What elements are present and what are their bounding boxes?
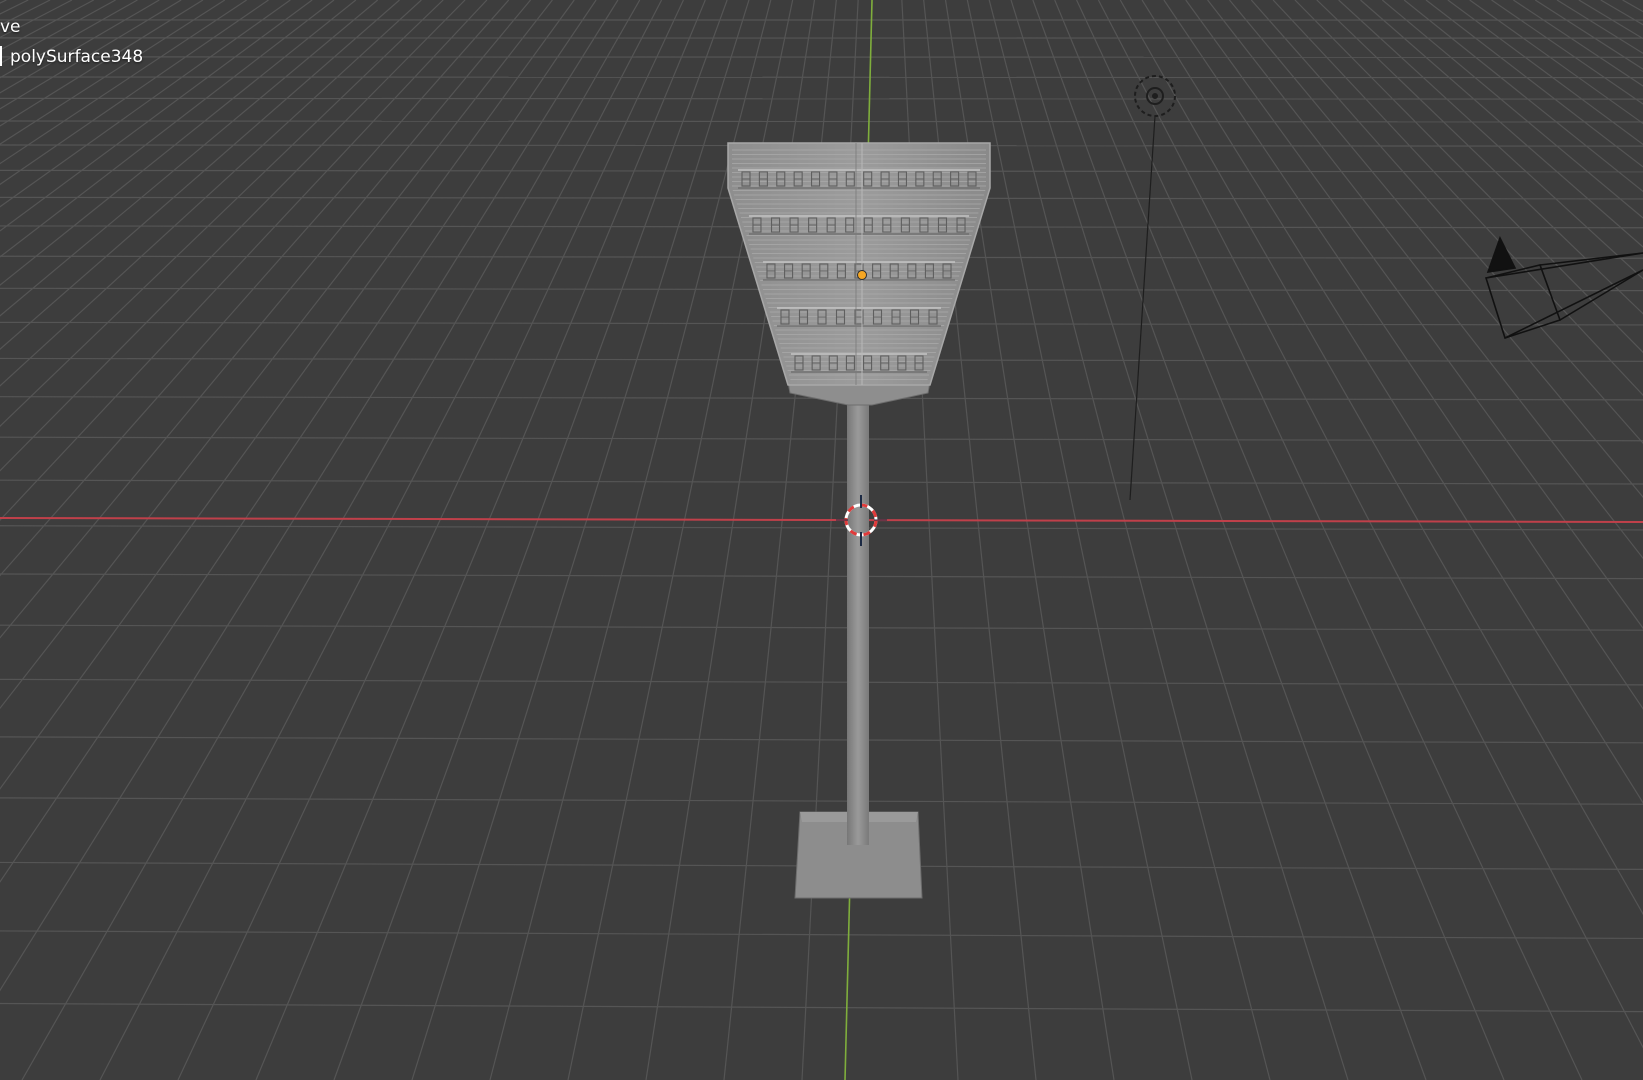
grid-line <box>1556 0 1643 55</box>
grid-line <box>0 678 1643 686</box>
grid-line <box>0 0 29 15</box>
grid-line <box>1425 0 1643 168</box>
separator-bar <box>0 46 2 66</box>
grid-line <box>255 0 706 1080</box>
grid-line <box>1250 0 1643 445</box>
grid-line <box>0 0 313 232</box>
grid-line <box>0 0 95 51</box>
grid-line <box>0 0 269 186</box>
grid-line <box>0 0 138 79</box>
grid-line <box>966 0 1193 1080</box>
grid-line <box>1469 0 1643 125</box>
grid-line <box>1491 0 1643 105</box>
grid-line <box>1338 0 1643 280</box>
grid-line <box>1272 0 1643 397</box>
grid-line <box>1141 0 1643 804</box>
grid-line <box>1054 0 1505 1080</box>
grid-line <box>0 97 1643 100</box>
grid-line <box>0 76 1643 79</box>
grid-line <box>1360 0 1643 248</box>
grid-line <box>1294 0 1643 354</box>
grid-line <box>1578 0 1643 40</box>
grid-line <box>1381 0 1643 219</box>
grid-line <box>21 0 641 1080</box>
grid-line <box>0 0 532 639</box>
viewport-scene[interactable] <box>0 0 1643 1080</box>
grid-line <box>1534 0 1643 70</box>
grid-line <box>1185 0 1643 630</box>
grid-line <box>988 0 1271 1080</box>
grid-line <box>0 0 400 351</box>
active-object-name: polySurface348 <box>10 47 144 67</box>
grid-line <box>0 525 1643 531</box>
grid-line <box>0 0 291 208</box>
grid-line <box>0 120 1643 123</box>
grid-line <box>1163 0 1643 710</box>
grid-line <box>0 0 597 883</box>
grid-line <box>0 436 1643 442</box>
grid-line <box>0 624 1643 631</box>
light-icon[interactable] <box>1129 75 1176 501</box>
3d-viewport[interactable]: ve polySurface348 <box>0 0 1643 1080</box>
grid-line <box>0 0 488 522</box>
grid-line <box>0 1002 1643 1013</box>
grid-line <box>411 0 750 1080</box>
grid-line <box>1119 0 1643 916</box>
grid-line <box>0 0 226 145</box>
grid-line <box>0 0 204 127</box>
grid-line <box>1010 0 1349 1080</box>
grid-line <box>0 736 1643 744</box>
grid-line <box>0 0 51 27</box>
grid-line <box>1316 0 1643 315</box>
active-object-info: polySurface348 <box>0 46 143 67</box>
grid-line <box>0 0 116 65</box>
grid-line <box>1403 0 1643 193</box>
grid-line <box>0 0 335 258</box>
grid-line <box>1622 0 1643 13</box>
grid-line <box>333 0 728 1080</box>
x-axis-line <box>0 517 1643 523</box>
grid-line <box>0 573 1643 580</box>
grid-line <box>0 0 357 286</box>
grid-line <box>0 0 379 317</box>
grid-line <box>0 0 575 790</box>
grid-line <box>0 797 1643 805</box>
grid-line <box>0 0 444 427</box>
view-mode-label: ve <box>0 17 21 37</box>
grid-line <box>1032 0 1427 1080</box>
mesh-pole <box>847 400 869 845</box>
grid-line <box>177 0 684 1080</box>
object-origin-icon[interactable] <box>857 270 867 280</box>
grid-line <box>0 0 73 39</box>
grid-line <box>0 0 553 710</box>
grid-line <box>0 0 160 94</box>
